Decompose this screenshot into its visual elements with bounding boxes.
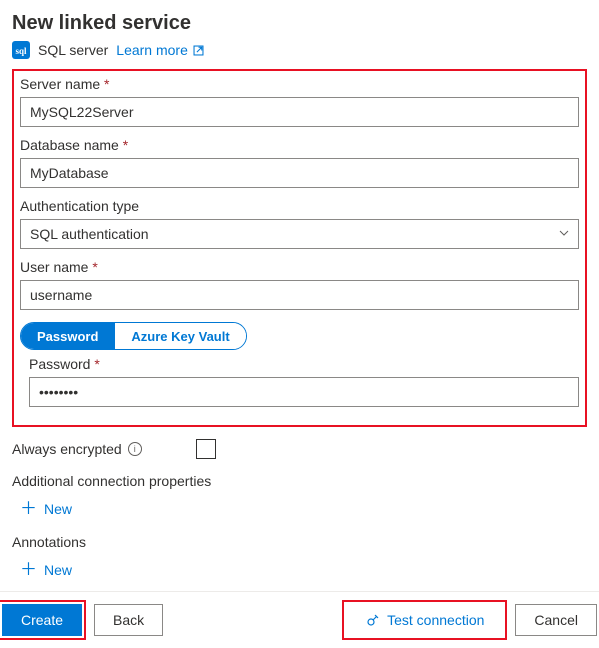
plus-icon: ＋ xyxy=(20,500,37,517)
auth-type-select[interactable] xyxy=(20,219,579,249)
page-title: New linked service xyxy=(12,12,587,35)
required-asterisk: * xyxy=(92,259,97,275)
database-name-input[interactable] xyxy=(20,158,579,188)
create-button[interactable]: Create xyxy=(2,604,82,636)
server-name-field: Server name * xyxy=(20,76,579,127)
always-encrypted-label: Always encrypted xyxy=(12,441,122,457)
required-asterisk: * xyxy=(123,137,128,153)
test-connection-icon xyxy=(365,612,381,628)
database-name-label: Database name * xyxy=(20,137,579,153)
external-link-icon xyxy=(192,44,205,57)
annotations-label: Annotations xyxy=(12,534,587,550)
add-connection-property-button[interactable]: ＋ New xyxy=(18,497,74,520)
server-name-input[interactable] xyxy=(20,97,579,127)
add-annotation-button[interactable]: ＋ New xyxy=(18,558,74,581)
additional-props-label: Additional connection properties xyxy=(12,473,587,489)
plus-icon: ＋ xyxy=(20,561,37,578)
database-name-field: Database name * xyxy=(20,137,579,188)
user-name-label: User name * xyxy=(20,259,579,275)
cancel-button[interactable]: Cancel xyxy=(515,604,597,636)
always-encrypted-row: Always encrypted i xyxy=(12,439,587,459)
service-subhead: sql SQL server Learn more xyxy=(12,41,587,59)
add-new-label: New xyxy=(44,501,72,517)
user-name-field: User name * xyxy=(20,259,579,310)
auth-type-field: Authentication type xyxy=(20,198,579,249)
auth-type-label: Authentication type xyxy=(20,198,579,214)
toggle-password[interactable]: Password xyxy=(21,323,114,349)
service-type-label: SQL server xyxy=(38,42,108,58)
info-icon[interactable]: i xyxy=(128,442,142,456)
svg-text:sql: sql xyxy=(15,46,27,56)
add-new-label: New xyxy=(44,562,72,578)
password-source-toggle: Password Azure Key Vault xyxy=(20,320,579,356)
learn-more-text: Learn more xyxy=(116,42,188,58)
back-button[interactable]: Back xyxy=(94,604,163,636)
learn-more-link[interactable]: Learn more xyxy=(116,42,205,58)
server-name-label: Server name * xyxy=(20,76,579,92)
required-asterisk: * xyxy=(104,76,109,92)
always-encrypted-checkbox[interactable] xyxy=(196,439,216,459)
footer-bar: Create Back Test connection Cancel xyxy=(0,604,599,648)
required-asterisk: * xyxy=(94,356,99,372)
user-name-input[interactable] xyxy=(20,280,579,310)
password-field: Password * xyxy=(20,356,579,407)
connection-fields-box: Server name * Database name * Authentica… xyxy=(12,69,587,427)
test-connection-button[interactable]: Test connection xyxy=(346,604,503,636)
password-label: Password * xyxy=(29,356,579,372)
password-input[interactable] xyxy=(29,377,579,407)
sql-server-icon: sql xyxy=(12,41,30,59)
toggle-azure-key-vault[interactable]: Azure Key Vault xyxy=(114,323,245,349)
